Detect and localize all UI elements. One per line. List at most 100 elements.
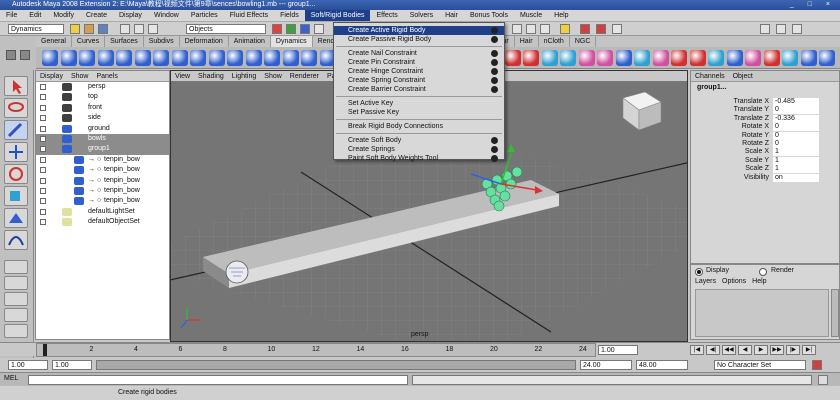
shelf-tab-ncloth[interactable]: nCloth [539,36,570,47]
option-box-icon[interactable] [491,77,498,84]
auto-key-icon[interactable] [812,360,822,370]
shelf-tool-icon[interactable] [578,50,595,66]
graph-editor-layout-icon[interactable] [4,324,28,338]
select-surfaces-icon[interactable] [314,24,324,34]
step-back-key-button[interactable]: ◀◀ [722,345,736,355]
menu-edit[interactable]: Edit [23,10,47,21]
command-input[interactable] [28,375,408,385]
channel-attribute-row[interactable]: Visibility on [691,173,840,182]
menu-fluid-effects[interactable]: Fluid Effects [224,10,274,21]
select-by-object-icon[interactable] [134,24,144,34]
expand-toggle-icon[interactable] [40,219,46,226]
layer-list[interactable] [695,289,829,337]
shelf-tab-deformation[interactable]: Deformation [180,36,229,47]
shelf-tool-icon[interactable] [800,50,817,66]
attribute-value-field[interactable]: 0 [773,131,819,140]
option-box-icon[interactable] [491,27,498,34]
select-tool-icon[interactable] [4,76,28,96]
channel-box-menu-object[interactable]: Object [729,71,757,81]
attribute-value-field[interactable]: 0 [773,106,819,115]
manipulator-tool-icon[interactable] [4,208,28,228]
time-slider[interactable]: 2 4 6 8 10 12 14 16 18 20 22 24 1.00 |◀ ◀| ◀◀ ◀ ▶ ▶… [0,342,840,357]
option-box-icon[interactable] [491,68,498,75]
select-joints-icon[interactable] [286,24,296,34]
menu-effects[interactable]: Effects [370,10,403,21]
command-mode-label[interactable]: MEL [4,375,18,382]
expand-toggle-icon[interactable] [40,156,46,163]
shelf-tool-icon[interactable] [671,50,687,66]
shelf-tool-icon[interactable] [597,50,613,66]
layer-menu-help[interactable]: Help [752,278,766,285]
shelf-tool-icon[interactable] [560,50,576,66]
ipr-render-icon[interactable] [596,24,606,34]
script-editor-icon[interactable] [818,375,828,385]
menu-create[interactable]: Create [80,10,113,21]
current-time-marker[interactable] [43,344,47,356]
range-slider-bar[interactable] [96,360,576,370]
outliner-item[interactable]: ground [36,124,169,134]
time-slider-track[interactable]: 2 4 6 8 10 12 14 16 18 20 22 24 [36,343,596,357]
shelf-tool-icon[interactable] [134,50,151,66]
go-to-start-button[interactable]: |◀ [690,345,704,355]
outliner-item[interactable]: persp [36,82,169,92]
menu-window[interactable]: Window [148,10,185,21]
menu-item-create-hinge-constraint[interactable]: Create Hinge Constraint [334,67,504,76]
expand-toggle-icon[interactable] [40,125,46,132]
outliner-menu-panels[interactable]: Panels [92,71,121,81]
outliner-persp-layout-icon[interactable] [4,292,28,306]
menu-particles[interactable]: Particles [185,10,224,21]
snap-point-icon[interactable] [540,24,550,34]
expand-toggle-icon[interactable] [40,208,46,215]
outliner-item[interactable]: defaultLightSet [36,207,169,217]
shelf-menu-icon[interactable] [6,50,16,60]
outliner-menu-display[interactable]: Display [36,71,67,81]
range-inner-start-field[interactable]: 1.00 [52,360,92,370]
step-back-button[interactable]: ◀| [706,345,720,355]
shelf-tool-icon[interactable] [282,50,299,66]
shelf-tab-ngc[interactable]: NGC [570,36,597,47]
expand-toggle-icon[interactable] [40,104,46,111]
shelf-tool-icon[interactable] [171,50,188,66]
menu-hair[interactable]: Hair [439,10,464,21]
play-forwards-button[interactable]: ▶ [754,345,768,355]
selection-mask-field[interactable]: Objects [186,24,266,34]
snap-grid-icon[interactable] [512,24,522,34]
expand-toggle-icon[interactable] [40,84,46,90]
range-outer-end-field[interactable]: 48.00 [636,360,688,370]
viewport-menu-shading[interactable]: Shading [194,71,228,81]
expand-toggle-icon[interactable] [40,146,46,153]
outliner-item[interactable]: group1 [36,144,169,155]
outliner-menu-show[interactable]: Show [67,71,93,81]
render-frame-icon[interactable] [580,24,590,34]
current-frame-field[interactable]: 1.00 [598,345,638,355]
select-by-component-icon[interactable] [148,24,158,34]
attribute-value-field[interactable]: 1 [773,148,819,157]
outliner-item[interactable]: front [36,103,169,113]
shelf-tool-icon[interactable] [745,50,761,66]
layer-menu-layers[interactable]: Layers [695,278,716,285]
step-forward-key-button[interactable]: ▶▶ [770,345,784,355]
select-by-hierarchy-icon[interactable] [120,24,130,34]
menu-item-set-passive-key[interactable]: Set Passive Key [334,108,504,117]
outliner-item[interactable]: → ○ tenpin_bow [36,186,169,196]
outliner-item[interactable]: top [36,92,169,102]
option-box-icon[interactable] [491,137,498,144]
menu-fields[interactable]: Fields [274,10,305,21]
option-box-icon[interactable] [491,59,498,66]
play-backwards-button[interactable]: ◀ [738,345,752,355]
shelf-tool-icon[interactable] [153,50,169,66]
shelf-tool-icon[interactable] [541,50,558,66]
menu-solvers[interactable]: Solvers [404,10,439,21]
menu-item-paint-soft-body-weights-tool[interactable]: Paint Soft Body Weights Tool [334,154,504,163]
option-box-icon[interactable] [491,50,498,57]
layer-menu-options[interactable]: Options [722,278,746,285]
viewport-menu-show[interactable]: Show [260,71,286,81]
shelf-tab-surfaces[interactable]: Surfaces [105,36,144,47]
outliner-item[interactable]: side [36,113,169,123]
menu-item-create-nail-constraint[interactable]: Create Nail Constraint [334,49,504,58]
shelf-tool-icon[interactable] [245,50,262,66]
menu-bonus-tools[interactable]: Bonus Tools [464,10,514,21]
attribute-value-field[interactable]: 1 [773,156,819,165]
option-box-icon[interactable] [491,146,498,153]
shelf-tab-arrow-icon[interactable] [20,50,30,60]
